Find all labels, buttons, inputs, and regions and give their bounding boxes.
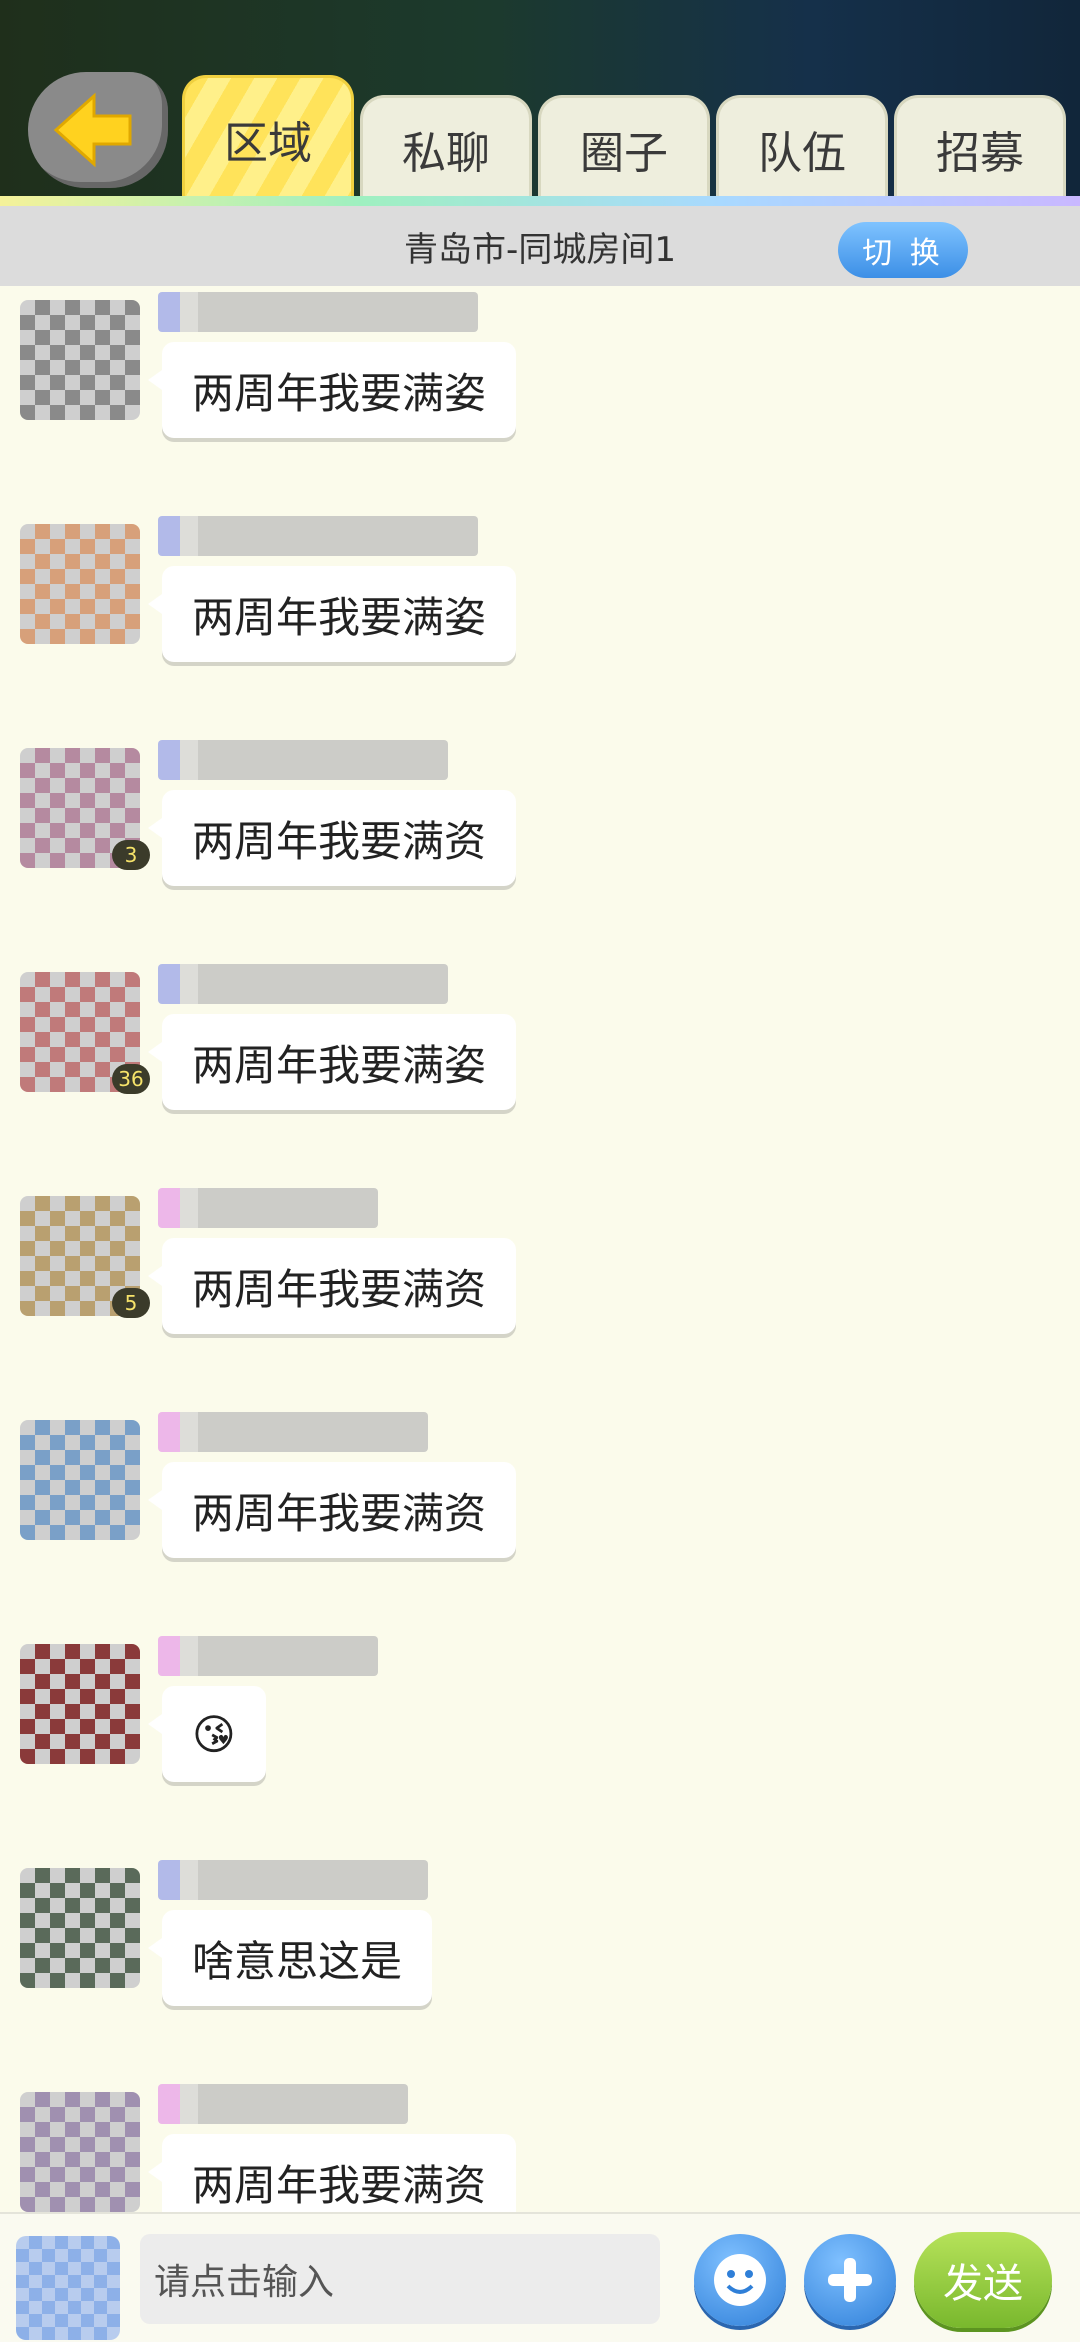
sender-name-blurred (158, 1860, 428, 1900)
avatar[interactable] (20, 2092, 140, 2212)
sender-name-blurred (158, 964, 448, 1004)
sender-name-blurred (158, 1412, 428, 1452)
avatar[interactable] (20, 1868, 140, 1988)
avatar[interactable] (20, 524, 140, 644)
plus-icon (828, 2258, 872, 2302)
message-text: 两周年我要满姿 (192, 592, 487, 642)
sender-name-blurred (158, 740, 448, 780)
plus-button[interactable] (804, 2234, 896, 2326)
message-bubble[interactable]: 两周年我要满姿 (147, 1014, 517, 1110)
chat-list[interactable]: 两周年我要满姿 两周年我要满姿 3 两周年我要满资 36 两周年我要满姿 5 两周年我要满资两… (0, 286, 1080, 2212)
my-avatar[interactable] (16, 2236, 120, 2340)
top-header: 区域 私聊 圈子 队伍 招募 (0, 0, 1080, 200)
message-text: 两周年我要满姿 (192, 368, 487, 418)
tab-circle[interactable]: 圈子 (538, 95, 710, 200)
sender-name-blurred (158, 292, 478, 332)
emoji-button[interactable] (694, 2234, 786, 2326)
message-bubble[interactable]: 两周年我要满姿 (147, 342, 517, 438)
message-text: 😘 (192, 1709, 236, 1759)
avatar[interactable] (20, 1420, 140, 1540)
message-bubble[interactable]: 两周年我要满资 (147, 1238, 517, 1334)
chat-message: 5 两周年我要满资 (0, 1182, 1080, 1406)
level-badge: 3 (112, 840, 150, 870)
chat-message: 啥意思这是 (0, 1854, 1080, 2078)
message-text: 两周年我要满资 (192, 1488, 487, 1538)
message-text: 两周年我要满资 (192, 816, 487, 866)
chat-message: 两周年我要满姿 (0, 286, 1080, 510)
avatar[interactable] (20, 300, 140, 420)
message-bubble[interactable]: 两周年我要满姿 (147, 566, 517, 662)
sender-name-blurred (158, 1188, 378, 1228)
message-input[interactable]: 请点击输入 (140, 2234, 660, 2324)
level-badge: 36 (112, 1064, 150, 1094)
chat-message: 两周年我要满资 (0, 1406, 1080, 1630)
back-button[interactable] (28, 72, 168, 188)
message-bubble[interactable]: 两周年我要满资 (147, 1462, 517, 1558)
send-button[interactable]: 发送 (914, 2232, 1052, 2328)
avatar[interactable] (20, 1644, 140, 1764)
smiley-icon (714, 2254, 766, 2306)
sender-name-blurred (158, 516, 478, 556)
switch-room-button[interactable]: 切 换 (838, 222, 968, 278)
message-bubble[interactable]: 啥意思这是 (147, 1910, 433, 2006)
input-bar: 请点击输入 发送 (0, 2212, 1080, 2342)
tab-recruit[interactable]: 招募 (894, 95, 1066, 200)
level-badge: 5 (112, 1288, 150, 1318)
header-divider (0, 196, 1080, 206)
message-text: 两周年我要满资 (192, 1264, 487, 1314)
message-bubble[interactable]: 两周年我要满资 (147, 2134, 517, 2212)
tab-region[interactable]: 区域 (182, 75, 354, 200)
message-text: 啥意思这是 (192, 1936, 403, 1986)
chat-message: 3 两周年我要满资 (0, 734, 1080, 958)
chat-message: 两周年我要满资 (0, 2078, 1080, 2212)
message-bubble[interactable]: 😘 (148, 1686, 266, 1782)
chat-message: 😘 (0, 1630, 1080, 1854)
room-title: 青岛市-同城房间1 (404, 229, 676, 270)
message-bubble[interactable]: 两周年我要满资 (147, 790, 517, 886)
tab-team[interactable]: 队伍 (716, 95, 888, 200)
sender-name-blurred (158, 1636, 378, 1676)
back-arrow-icon (53, 92, 132, 168)
message-text: 两周年我要满姿 (192, 1040, 487, 1090)
chat-message: 两周年我要满姿 (0, 510, 1080, 734)
message-text: 两周年我要满资 (192, 2160, 487, 2210)
chat-message: 36 两周年我要满姿 (0, 958, 1080, 1182)
sender-name-blurred (158, 2084, 408, 2124)
tab-private-chat[interactable]: 私聊 (360, 95, 532, 200)
room-bar: 青岛市-同城房间1 切 换 (0, 206, 1080, 286)
